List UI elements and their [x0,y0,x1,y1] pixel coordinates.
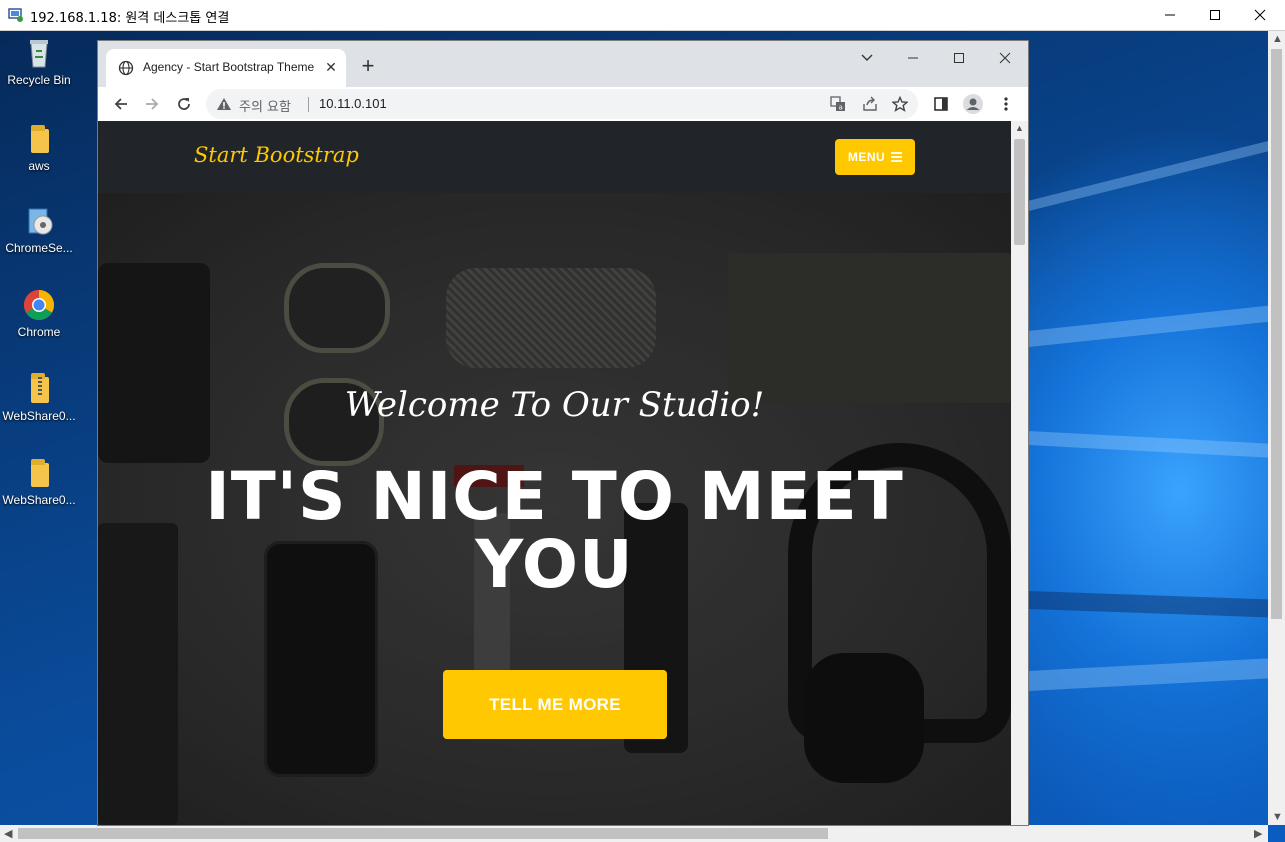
desktop-icon-label: WebShare0... [2,493,76,507]
desktop-icon-chrome[interactable]: Chrome [2,289,76,339]
chrome-maximize-button[interactable] [936,43,982,73]
rdp-titlebar: 192.168.1.18: 원격 데스크톱 연결 [0,0,1285,31]
hero-subheading: Welcome To Our Studio! [344,385,765,425]
desktop-icon-chrome-setup[interactable]: ChromeSe... [2,205,76,255]
url-text[interactable]: 10.11.0.101 [319,96,387,111]
hamburger-icon [891,152,903,162]
site-navbar: Start Bootstrap MENU [98,121,1011,193]
menu-button-label: MENU [847,150,886,164]
reload-icon [178,98,190,110]
minimize-icon [1165,14,1175,16]
svg-text:a: a [839,104,843,112]
scrollbar-thumb[interactable] [1014,139,1025,245]
browser-toolbar: 주의 요함 10.11.0.101 a [98,87,1028,121]
back-button[interactable] [108,91,134,117]
tab-title: Agency - Start Bootstrap Theme [143,60,315,74]
desktop-icon-recycle-bin[interactable]: Recycle Bin [2,37,76,87]
address-bar[interactable]: 주의 요함 10.11.0.101 a [206,89,918,119]
arrow-left-icon [114,98,127,110]
side-panel-button[interactable] [928,91,954,117]
scroll-right-icon[interactable]: ▶ [1254,827,1262,840]
scrollbar-thumb[interactable] [18,828,828,839]
desktop-icon-webshare-zip[interactable]: WebShare0... [2,373,76,423]
remote-desktop-icon [8,8,23,22]
share-button[interactable] [860,94,880,114]
reload-button[interactable] [171,91,197,117]
desktop-vertical-scrollbar[interactable]: ▲ ▼ [1268,31,1285,825]
warning-icon[interactable] [216,97,232,111]
tell-me-more-button[interactable]: TELL ME MORE [443,670,667,739]
forward-button[interactable] [139,91,165,117]
zip-folder-icon [23,373,55,405]
share-icon [863,96,877,111]
avatar-icon [963,94,983,114]
installer-icon [23,205,55,237]
tab-search-button[interactable] [844,43,890,73]
desktop-icon-label: Recycle Bin [7,73,71,87]
brand-logo[interactable]: Start Bootstrap [194,143,359,167]
maximize-icon [954,53,964,63]
translate-icon: a [830,96,845,112]
bookmark-button[interactable] [890,94,910,114]
recycle-bin-icon [23,37,55,69]
page-vertical-scrollbar[interactable]: ▲ [1011,121,1028,825]
more-vert-icon [1004,97,1008,111]
tab-agency[interactable]: Agency - Start Bootstrap Theme ✕ [106,49,346,87]
menu-kebab-button[interactable] [993,91,1019,117]
close-icon [1254,9,1266,21]
hero-section: Welcome To Our Studio! IT'S NICE TO MEET… [98,193,1011,825]
page-viewport: Start Bootstrap MENU Welcome To Our Stud… [98,121,1011,825]
tab-strip: Agency - Start Bootstrap Theme ✕ + [98,41,1028,87]
close-icon [999,52,1011,64]
security-status[interactable]: 주의 요함 [239,96,291,115]
desktop-icon-aws[interactable]: aws [2,123,76,173]
desktop-horizontal-scrollbar[interactable]: ◀ ▶ [0,825,1268,842]
star-icon [892,96,908,112]
tab-close-icon[interactable]: ✕ [321,57,341,77]
close-button[interactable] [1237,0,1283,30]
minimize-button[interactable] [1147,0,1193,30]
translate-button[interactable]: a [828,94,848,114]
folder-icon [23,457,55,489]
globe-icon [118,60,134,76]
scroll-up-icon[interactable]: ▲ [1015,123,1024,133]
chrome-minimize-button[interactable] [890,43,936,73]
scroll-left-icon[interactable]: ◀ [4,827,12,840]
scrollbar-thumb[interactable] [1271,49,1282,619]
wallpaper-rays [1028,31,1271,842]
scroll-down-icon[interactable]: ▼ [1272,811,1283,823]
chevron-down-icon [861,54,873,61]
omnibox-separator [308,97,309,112]
chrome-icon [23,289,55,321]
chrome-close-button[interactable] [982,43,1028,73]
side-panel-icon [934,97,948,111]
minimize-icon [908,57,918,59]
desktop-icon-label: ChromeSe... [5,241,73,255]
folder-icon [23,123,55,155]
desktop-icon-label: WebShare0... [2,409,76,423]
maximize-button[interactable] [1192,0,1238,30]
chrome-window: Agency - Start Bootstrap Theme ✕ + 주의 요함 [98,41,1028,825]
new-tab-button[interactable]: + [356,55,380,79]
desktop-icon-webshare-folder[interactable]: WebShare0... [2,457,76,507]
profile-button[interactable] [960,91,986,117]
scroll-up-icon[interactable]: ▲ [1272,33,1283,45]
hero-heading: IT'S NICE TO MEET YOU [205,458,904,603]
desktop-icon-label: aws [28,159,50,173]
maximize-icon [1210,10,1220,20]
desktop-icon-label: Chrome [17,325,61,339]
menu-button[interactable]: MENU [835,139,915,175]
rdp-window-title: 192.168.1.18: 원격 데스크톱 연결 [30,11,230,26]
arrow-right-icon [146,98,159,110]
